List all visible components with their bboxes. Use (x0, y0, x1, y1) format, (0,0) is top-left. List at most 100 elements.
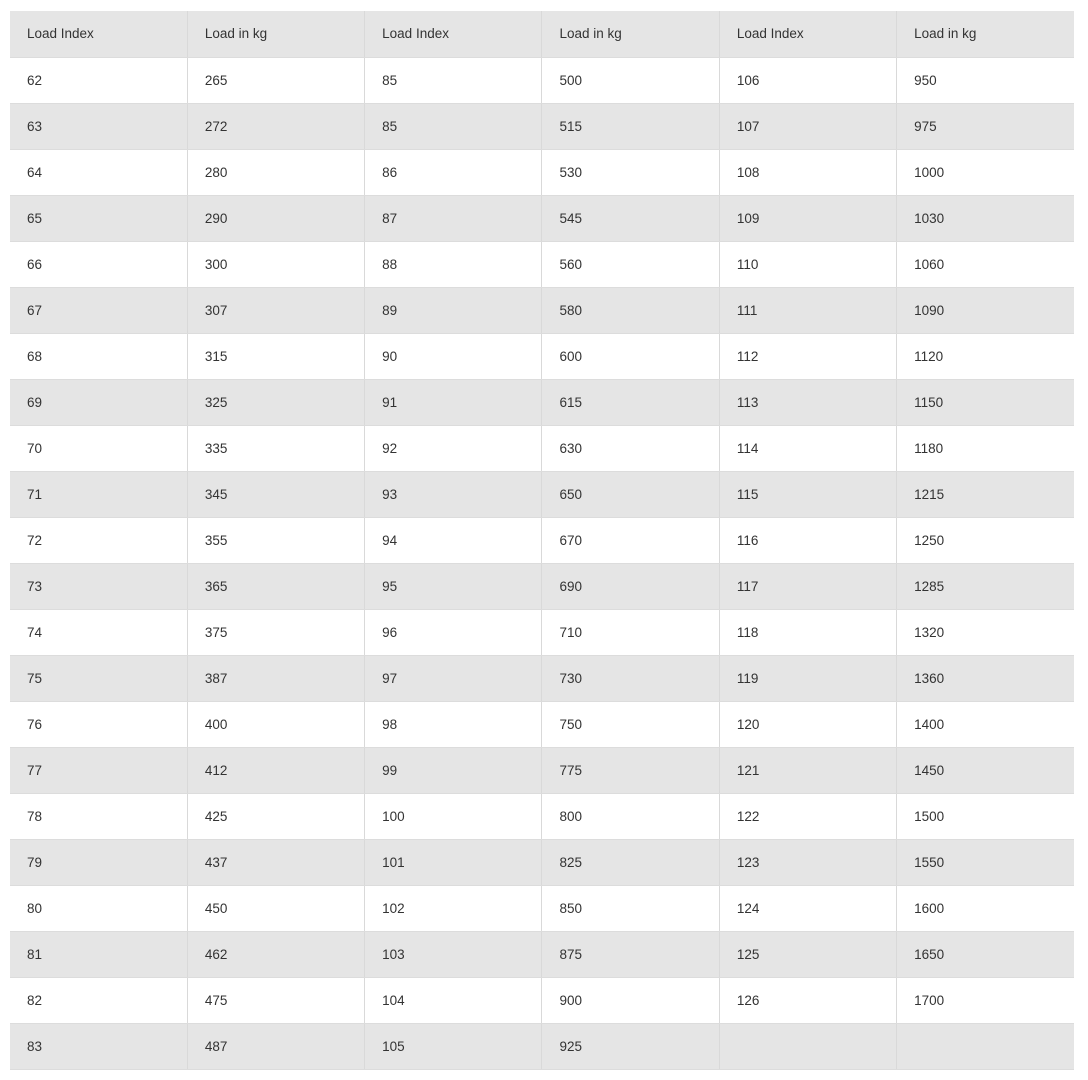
load-index-cell: 68 (10, 333, 188, 380)
load-index-cell: 121 (718, 747, 897, 794)
table-row: 78 425 100 800 122 1500 (10, 793, 1074, 840)
load-index-cell: 117 (718, 563, 897, 610)
load-index-cell: 64 (10, 149, 188, 196)
header-row: Load Index Load in kg Load Index Load in… (10, 11, 1074, 58)
load-index-cell: 73 (10, 563, 188, 610)
load-index-cell: 92 (364, 425, 542, 472)
load-kg-cell: 1215 (896, 471, 1074, 518)
load-kg-cell: 1450 (896, 747, 1074, 794)
load-index-cell: 81 (10, 931, 188, 978)
load-index-cell: 113 (718, 379, 897, 426)
table-row: 83 487 105 925 (10, 1023, 1074, 1070)
table-row: 72 355 94 670 116 1250 (10, 517, 1074, 564)
load-kg-cell: 545 (541, 195, 720, 242)
load-kg-cell: 1650 (896, 931, 1074, 978)
load-index-cell: 85 (364, 57, 542, 104)
load-index-cell: 69 (10, 379, 188, 426)
load-index-cell: 126 (718, 977, 897, 1024)
load-kg-cell: 412 (186, 747, 365, 794)
load-kg-cell: 475 (186, 977, 365, 1024)
load-kg-cell: 272 (186, 103, 365, 150)
load-kg-cell: 800 (541, 793, 720, 840)
load-index-cell: 97 (364, 655, 542, 702)
load-kg-cell: 290 (186, 195, 365, 242)
table-row: 67 307 89 580 111 1090 (10, 287, 1074, 334)
load-kg-cell: 325 (186, 379, 365, 426)
load-index-cell: 62 (10, 57, 188, 104)
load-kg-cell: 875 (541, 931, 720, 978)
load-index-cell: 90 (364, 333, 542, 380)
load-index-cell: 70 (10, 425, 188, 472)
table-row: 62 265 85 500 106 950 (10, 57, 1074, 104)
load-kg-cell: 1060 (896, 241, 1074, 288)
load-kg-cell: 1400 (896, 701, 1074, 748)
table-row: 68 315 90 600 112 1120 (10, 333, 1074, 380)
load-index-cell: 100 (364, 793, 542, 840)
load-index-cell: 123 (718, 839, 897, 886)
load-kg-cell: 615 (541, 379, 720, 426)
column-header-load-index: Load Index (364, 11, 542, 58)
load-index-cell: 96 (364, 609, 542, 656)
load-index-cell: 86 (364, 149, 542, 196)
load-kg-cell: 975 (896, 103, 1074, 150)
load-index-cell: 102 (364, 885, 542, 932)
load-index-cell: 77 (10, 747, 188, 794)
table-row: 70 335 92 630 114 1180 (10, 425, 1074, 472)
load-index-cell: 74 (10, 609, 188, 656)
load-index-cell: 109 (718, 195, 897, 242)
table-row: 82 475 104 900 126 1700 (10, 977, 1074, 1024)
load-kg-cell: 1030 (896, 195, 1074, 242)
load-index-cell: 85 (364, 103, 542, 150)
load-kg-cell: 515 (541, 103, 720, 150)
load-kg-cell: 670 (541, 517, 720, 564)
load-kg-cell: 280 (186, 149, 365, 196)
load-index-cell: 104 (364, 977, 542, 1024)
load-index-cell: 122 (718, 793, 897, 840)
load-index-cell: 125 (718, 931, 897, 978)
load-kg-cell: 580 (541, 287, 720, 334)
load-kg-cell: 500 (541, 57, 720, 104)
load-kg-cell: 365 (186, 563, 365, 610)
load-kg-cell: 730 (541, 655, 720, 702)
load-index-cell: 115 (718, 471, 897, 518)
load-kg-cell: 690 (541, 563, 720, 610)
load-kg-cell: 300 (186, 241, 365, 288)
load-index-cell: 98 (364, 701, 542, 748)
column-header-load-kg: Load in kg (186, 11, 365, 58)
load-kg-cell: 850 (541, 885, 720, 932)
load-kg-cell: 400 (186, 701, 365, 748)
table-row: 64 280 86 530 108 1000 (10, 149, 1074, 196)
load-index-cell: 63 (10, 103, 188, 150)
load-index-cell: 79 (10, 839, 188, 886)
load-index-cell: 101 (364, 839, 542, 886)
load-index-cell: 71 (10, 471, 188, 518)
load-index-cell: 78 (10, 793, 188, 840)
load-index-cell: 108 (718, 149, 897, 196)
load-kg-cell: 1000 (896, 149, 1074, 196)
table-row: 73 365 95 690 117 1285 (10, 563, 1074, 610)
load-kg-cell: 530 (541, 149, 720, 196)
load-kg-cell: 1320 (896, 609, 1074, 656)
table-body: 62 265 85 500 106 950 63 272 85 515 107 975 64 280 86 5… (10, 57, 1074, 1070)
load-index-cell: 65 (10, 195, 188, 242)
load-index-cell: 75 (10, 655, 188, 702)
table-row: 74 375 96 710 118 1320 (10, 609, 1074, 656)
load-index-cell: 67 (10, 287, 188, 334)
load-kg-cell: 600 (541, 333, 720, 380)
load-index-cell: 106 (718, 57, 897, 104)
table-row: 75 387 97 730 119 1360 (10, 655, 1074, 702)
load-index-cell: 91 (364, 379, 542, 426)
load-kg-cell: 387 (186, 655, 365, 702)
load-index-cell: 120 (718, 701, 897, 748)
load-kg-cell: 775 (541, 747, 720, 794)
load-index-cell: 105 (364, 1023, 542, 1070)
table-header: Load Index Load in kg Load Index Load in… (10, 11, 1074, 58)
load-kg-cell: 900 (541, 977, 720, 1024)
load-index-cell: 94 (364, 517, 542, 564)
load-kg-cell: 1180 (896, 425, 1074, 472)
load-kg-cell: 925 (541, 1023, 720, 1070)
load-kg-cell: 487 (186, 1023, 365, 1070)
load-index-cell: 103 (364, 931, 542, 978)
load-kg-cell: 450 (186, 885, 365, 932)
table-row: 71 345 93 650 115 1215 (10, 471, 1074, 518)
